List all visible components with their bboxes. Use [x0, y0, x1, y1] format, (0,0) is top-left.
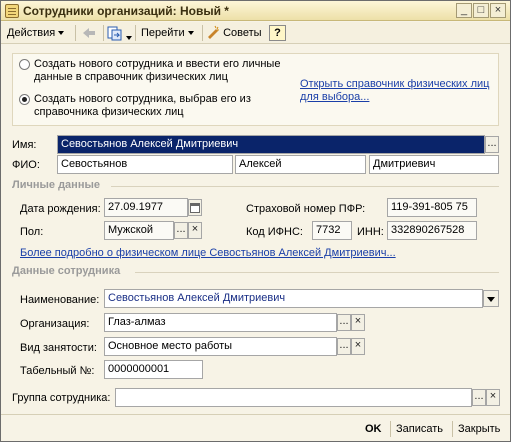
- toolbar-divider: [135, 25, 136, 41]
- ok-button[interactable]: OK: [365, 419, 382, 439]
- name-field[interactable]: Севостьянов Алексей Дмитриевич: [57, 135, 485, 154]
- sex-clear-button[interactable]: ×: [188, 222, 202, 239]
- back-arrow-icon[interactable]: [81, 25, 99, 41]
- chevron-down-icon: [487, 297, 495, 302]
- title-field[interactable]: Севостьянов Алексей Дмитриевич: [104, 289, 483, 308]
- section-divider: [111, 186, 499, 187]
- fio-label: ФИО:: [12, 159, 40, 171]
- employee-group-label: Группа сотрудника:: [12, 392, 111, 404]
- help-icon[interactable]: ?: [269, 25, 286, 41]
- replace-icon[interactable]: [107, 25, 133, 41]
- organization-clear-button[interactable]: ×: [351, 314, 365, 331]
- person-details-link[interactable]: Более подробно о физическом лице Севость…: [20, 246, 396, 260]
- form-icon: [5, 4, 19, 18]
- pfr-label: Страховой номер ПФР:: [246, 203, 366, 215]
- organization-select-button[interactable]: ...: [337, 314, 351, 331]
- chevron-down-icon: [187, 31, 194, 36]
- actions-menu[interactable]: Действия: [7, 25, 65, 41]
- employment-type-field[interactable]: Основное место работы: [104, 337, 337, 356]
- close-button[interactable]: Закрыть: [458, 419, 500, 439]
- title-bar: Сотрудники организаций: Новый * _ □ ×: [1, 1, 510, 21]
- footer-divider: [452, 421, 453, 437]
- close-window-button[interactable]: ×: [490, 3, 506, 18]
- actions-menu-label: Действия: [7, 27, 56, 39]
- save-button[interactable]: Записать: [396, 419, 443, 439]
- section-divider: [135, 272, 499, 273]
- ifns-label: Код ИФНС:: [246, 226, 303, 238]
- name-select-button[interactable]: ...: [485, 136, 499, 153]
- title-dropdown-button[interactable]: [483, 290, 499, 307]
- birth-date-field[interactable]: 27.09.1977: [104, 198, 188, 217]
- employee-group-field[interactable]: [115, 388, 472, 407]
- tab-number-field[interactable]: 0000000001: [104, 360, 203, 379]
- tab-number-label: Табельный №:: [20, 365, 95, 377]
- name-label: Имя:: [12, 139, 37, 151]
- inn-label: ИНН:: [357, 226, 384, 238]
- employee-group-select-button[interactable]: ...: [472, 389, 486, 406]
- toolbar-divider: [202, 25, 203, 41]
- personal-section-title: Личные данные: [12, 179, 100, 191]
- goto-menu-label: Перейти: [141, 27, 185, 39]
- employment-type-label: Вид занятости:: [20, 342, 97, 354]
- employee-group-clear-button[interactable]: ×: [486, 389, 500, 406]
- ifns-field[interactable]: 7732: [312, 221, 352, 240]
- tips-button[interactable]: Советы: [206, 25, 262, 41]
- window-title: Сотрудники организаций: Новый *: [23, 4, 229, 18]
- creation-mode-panel: Создать нового сотрудника и ввести его л…: [12, 53, 499, 126]
- pfr-field[interactable]: 119-391-805 75: [387, 198, 477, 217]
- employment-type-select-button[interactable]: ...: [337, 338, 351, 355]
- first-name-field[interactable]: Алексей: [235, 155, 366, 174]
- title-label: Наименование:: [20, 294, 100, 306]
- tips-label: Советы: [223, 27, 262, 39]
- sex-field[interactable]: Мужской: [104, 221, 174, 240]
- radio-create-new[interactable]: [19, 59, 30, 70]
- chevron-down-icon: [126, 36, 132, 41]
- organization-field[interactable]: Глаз-алмаз: [104, 313, 337, 332]
- goto-menu[interactable]: Перейти: [141, 25, 194, 41]
- sex-label: Пол:: [20, 226, 44, 238]
- open-persons-directory-link[interactable]: Открыть справочник физических лиц для выб…: [300, 78, 489, 104]
- tips-icon: [208, 25, 219, 39]
- middle-name-field[interactable]: Дмитриевич: [369, 155, 499, 174]
- radio-select-existing-label: Создать нового сотрудника, выбрав его из…: [34, 93, 251, 118]
- radio-select-existing[interactable]: [19, 94, 30, 105]
- last-name-field[interactable]: Севостьянов: [57, 155, 233, 174]
- toolbar-divider: [75, 25, 76, 41]
- birth-date-label: Дата рождения:: [20, 203, 101, 215]
- employee-form-window: Сотрудники организаций: Новый * _ □ × Де…: [0, 0, 511, 442]
- footer-divider: [390, 421, 391, 437]
- calendar-button[interactable]: [188, 199, 202, 216]
- chevron-down-icon: [58, 31, 65, 36]
- toolbar: Действия Перейти Советы ?: [1, 22, 510, 44]
- calendar-icon: [190, 203, 200, 213]
- maximize-button[interactable]: □: [473, 3, 489, 18]
- toolbar-divider: [103, 25, 104, 41]
- employee-section-title: Данные сотрудника: [12, 265, 121, 277]
- inn-field[interactable]: 332890267528: [387, 221, 477, 240]
- radio-create-new-label: Создать нового сотрудника и ввести его л…: [34, 58, 281, 83]
- employment-type-clear-button[interactable]: ×: [351, 338, 365, 355]
- minimize-button[interactable]: _: [456, 3, 472, 18]
- organization-label: Организация:: [20, 318, 90, 330]
- footer-divider: [1, 414, 510, 415]
- sex-select-button[interactable]: ...: [174, 222, 188, 239]
